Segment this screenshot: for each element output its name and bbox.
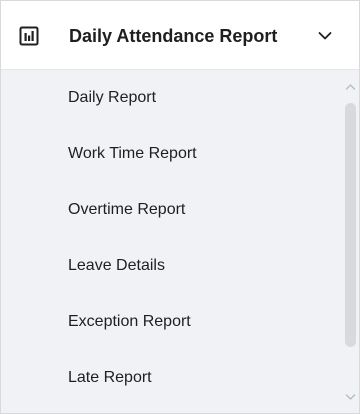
menu-item-label: Overtime Report xyxy=(68,201,186,218)
menu-item-leave-details[interactable]: Leave Details xyxy=(1,238,339,294)
menu-item-label: Late Report xyxy=(68,369,152,386)
menu-item-label: Work Time Report xyxy=(68,145,197,162)
chevron-down-icon[interactable] xyxy=(318,31,332,41)
menu-item-overtime-report[interactable]: Overtime Report xyxy=(1,182,339,238)
report-menu-list: Daily Report Work Time Report Overtime R… xyxy=(1,70,339,413)
report-menu-panel: Daily Attendance Report Daily Report Wor… xyxy=(0,0,360,414)
menu-item-work-time-report[interactable]: Work Time Report xyxy=(1,126,339,182)
menu-group-title: Daily Attendance Report xyxy=(69,26,278,46)
vertical-scrollbar[interactable] xyxy=(342,71,359,413)
menu-item-label: Daily Report xyxy=(68,89,157,106)
scroll-up-arrow-icon[interactable] xyxy=(345,83,356,91)
menu-group-header[interactable]: Daily Attendance Report xyxy=(1,1,359,70)
scroll-down-arrow-icon[interactable] xyxy=(345,393,356,401)
menu-item-label: Leave Details xyxy=(68,257,165,274)
menu-item-late-report[interactable]: Late Report xyxy=(1,350,339,406)
bar-chart-icon xyxy=(19,26,39,46)
menu-item-exception-report[interactable]: Exception Report xyxy=(1,294,339,350)
menu-item-label: Exception Report xyxy=(68,313,191,330)
menu-item-daily-report[interactable]: Daily Report xyxy=(1,70,339,126)
scrollbar-thumb[interactable] xyxy=(345,103,356,347)
